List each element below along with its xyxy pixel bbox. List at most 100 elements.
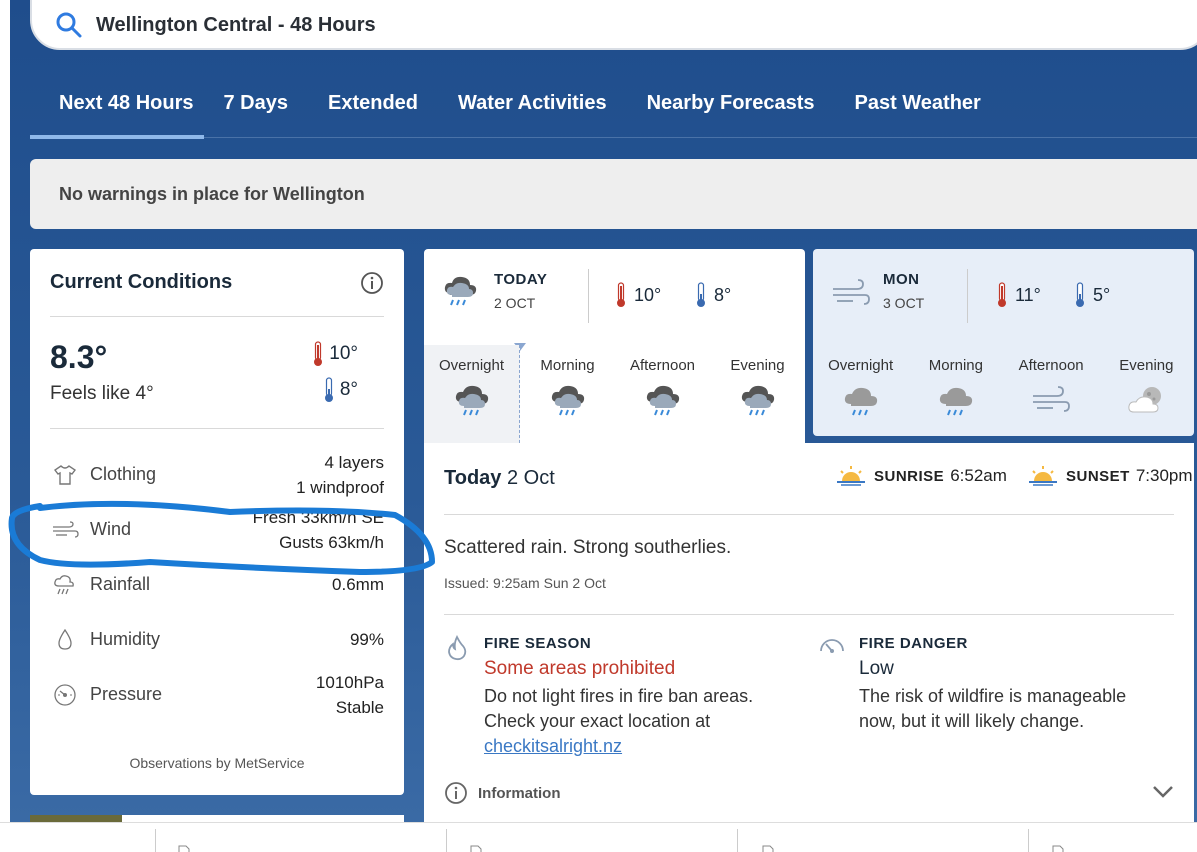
observations-credit: Observations by MetService	[129, 755, 305, 771]
fire-season-text: Do not light fires in fire ban areas.	[484, 686, 754, 706]
day-low: 5°	[1075, 282, 1110, 308]
sunrise-icon	[837, 466, 865, 486]
information-toggle[interactable]: Information	[444, 781, 561, 805]
day-low: 8°	[696, 282, 731, 308]
clothing-row: Clothing 4 layers 1 windproof	[50, 447, 384, 502]
sunset-time: 7:30pm	[1135, 466, 1193, 485]
period-label: Evening	[1119, 357, 1174, 374]
forecast-tabs: Next 48 Hours 7 Days Extended Water Acti…	[30, 78, 1197, 139]
file-icon	[178, 845, 190, 852]
chevron-down-icon[interactable]	[1152, 785, 1174, 799]
clothing-label: Clothing	[90, 464, 157, 484]
thermometer-high-icon	[314, 341, 323, 366]
search-icon	[56, 12, 82, 38]
detail-title: Today 2 Oct	[444, 467, 555, 490]
search-bar[interactable]: Wellington Central - 48 Hours	[30, 0, 1197, 50]
checkitsalright-link[interactable]: checkitsalright.nz	[484, 736, 622, 756]
tab-nearby-forecasts[interactable]: Nearby Forecasts	[627, 78, 835, 138]
period-afternoon[interactable]: Afternoon	[1004, 345, 1099, 443]
sunset-icon	[1029, 466, 1057, 486]
detail-day: Today	[444, 467, 502, 489]
period-label: Morning	[928, 357, 983, 374]
flame-icon	[448, 635, 467, 661]
period-morning[interactable]: Morning	[520, 345, 615, 443]
rain-cloud-icon	[844, 387, 877, 416]
clothing-value: 4 layers	[324, 452, 384, 472]
forecast-detail-panel: Today 2 Oct SUNRISE 6:52am SUNSET 7:30pm S…	[424, 443, 1194, 822]
wind-icon	[53, 520, 79, 538]
high-temp: 10°	[313, 341, 358, 367]
thermometer-low-icon	[1076, 282, 1084, 307]
tab-extended[interactable]: Extended	[308, 78, 438, 138]
rainfall-value: 0.6mm	[332, 575, 384, 594]
day-low-value: 8°	[714, 284, 732, 305]
period-label: Morning	[540, 357, 595, 374]
period-evening[interactable]: Evening	[1099, 345, 1194, 443]
downloads-bar	[0, 822, 1197, 852]
wind-label: Wind	[90, 519, 132, 539]
tshirt-icon	[54, 464, 76, 485]
issued-time: Issued: 9:25am Sun 2 Oct	[444, 575, 606, 591]
search-input[interactable]: Wellington Central - 48 Hours	[96, 14, 376, 37]
humidity-value: 99%	[349, 630, 384, 649]
rain-cloud-icon	[455, 385, 488, 416]
period-overnight[interactable]: Overnight	[424, 345, 520, 443]
droplet-icon	[58, 628, 72, 650]
day-high: 11°	[997, 282, 1041, 308]
warning-banner: No warnings in place for Wellington	[30, 159, 1197, 229]
thermometer-high-icon	[617, 282, 625, 307]
gauge-icon	[54, 683, 76, 706]
period-label: Overnight	[828, 357, 894, 374]
period-afternoon[interactable]: Afternoon	[615, 345, 710, 443]
period-overnight[interactable]: Overnight	[813, 345, 908, 443]
rain-cloud-icon	[741, 385, 774, 416]
rain-cloud-icon	[444, 276, 477, 306]
rainfall-row: Rainfall 0.6mm	[50, 557, 384, 612]
period-evening[interactable]: Evening	[710, 345, 805, 443]
humidity-row: Humidity 99%	[50, 612, 384, 667]
info-icon	[445, 782, 467, 804]
rainfall-label: Rainfall	[90, 574, 151, 594]
info-icon[interactable]	[360, 271, 384, 295]
window-edge	[0, 0, 10, 822]
fire-season-text-2: Check your exact location at	[484, 711, 711, 731]
wind-gusts: Gusts 63km/h	[279, 532, 384, 552]
file-icon	[1052, 845, 1064, 852]
tab-past-weather[interactable]: Past Weather	[834, 78, 1000, 138]
day-low-value: 5°	[1093, 284, 1111, 305]
tab-next-48-hours[interactable]: Next 48 Hours	[30, 78, 204, 139]
thermometer-low-icon	[324, 377, 333, 402]
thermometer-high-icon	[998, 282, 1006, 307]
rain-cloud-icon	[939, 387, 972, 416]
wind-value: Fresh 33km/h SE	[252, 507, 384, 527]
day-card-mon[interactable]: MON 3 OCT 11° 5° Overnight Morning After…	[813, 249, 1194, 436]
rain-cloud-icon	[551, 385, 584, 416]
wind-row: Wind Fresh 33km/h SE Gusts 63km/h	[50, 502, 384, 557]
day-high-value: 10°	[634, 284, 662, 305]
period-label: Evening	[730, 357, 785, 374]
current-temperature: 8.3°	[50, 339, 108, 375]
tab-7-days[interactable]: 7 Days	[204, 78, 309, 138]
pressure-value: 1010hPa	[315, 672, 384, 692]
day-card-today[interactable]: TODAY 2 OCT 10° 8° Overnight Morning Aft…	[424, 249, 805, 443]
tab-water-activities[interactable]: Water Activities	[438, 78, 627, 138]
day-name: MON	[883, 271, 920, 288]
period-morning[interactable]: Morning	[908, 345, 1003, 443]
day-date: 3 OCT	[883, 295, 925, 311]
pressure-trend: Stable	[335, 697, 384, 717]
low-temp: 8°	[324, 377, 358, 403]
file-icon	[470, 845, 482, 852]
sunrise-label: SUNRISE	[874, 467, 945, 485]
fire-season-title: FIRE SEASON	[484, 635, 592, 652]
day-name: TODAY	[494, 271, 548, 288]
wind-icon	[1033, 386, 1071, 412]
fire-danger-title: FIRE DANGER	[859, 635, 968, 652]
partly-cloudy-night-icon	[1128, 387, 1162, 413]
information-label: Information	[478, 784, 561, 802]
thermometer-low-icon	[697, 282, 705, 307]
low-temp-value: 8°	[339, 379, 358, 400]
wind-icon	[833, 279, 870, 305]
forecast-summary: Scattered rain. Strong southerlies.	[444, 537, 732, 558]
humidity-label: Humidity	[90, 629, 161, 649]
clothing-value-2: 1 windproof	[296, 477, 384, 497]
